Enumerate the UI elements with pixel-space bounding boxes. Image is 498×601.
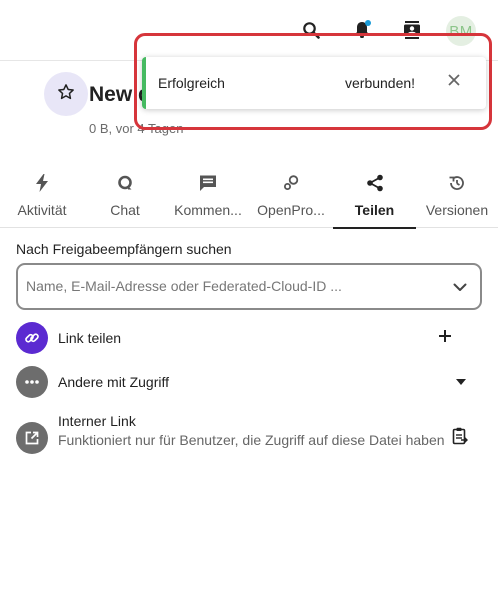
- chevron-down-icon[interactable]: [450, 277, 470, 297]
- plus-icon: [438, 329, 452, 348]
- tab-activity[interactable]: Aktivität: [4, 168, 80, 228]
- share-search-input[interactable]: [26, 275, 446, 297]
- tab-share[interactable]: Teilen: [333, 168, 416, 229]
- close-icon: [448, 73, 460, 91]
- tab-label: Kommen...: [174, 202, 242, 218]
- history-icon: [446, 172, 468, 194]
- share-icon: [364, 172, 386, 194]
- comments-icon: [197, 172, 219, 194]
- share-link-row: Link teilen: [16, 322, 482, 354]
- activity-icon: [31, 172, 53, 194]
- chat-icon: [114, 172, 136, 194]
- internal-link-row: Interner Link Funktioniert nur für Benut…: [16, 412, 482, 468]
- sidebar-tabs: Aktivität Chat Kommen... OpenPro... Teil…: [0, 168, 498, 229]
- tab-label: Chat: [110, 202, 140, 218]
- add-share-link-button[interactable]: [434, 327, 456, 349]
- tab-label: Teilen: [354, 202, 395, 218]
- success-toast: Erfolgreich verbunden!: [142, 57, 486, 109]
- others-with-access-label: Andere mit Zugriff: [58, 374, 170, 390]
- tab-label: Aktivität: [17, 202, 67, 218]
- tab-label: OpenPro...: [257, 202, 325, 218]
- openproject-icon: [280, 172, 302, 194]
- others-with-access-row[interactable]: Andere mit Zugriff: [16, 366, 482, 398]
- star-icon: [57, 83, 75, 106]
- more-dots-icon: [16, 366, 48, 398]
- caret-down-icon: [456, 372, 466, 390]
- share-search-field[interactable]: [16, 263, 482, 310]
- internal-link-label: Interner Link: [58, 413, 136, 429]
- internal-link-description: Funktioniert nur für Benutzer, die Zugri…: [58, 432, 445, 448]
- share-search-label: Nach Freigabeempfängern suchen: [16, 241, 232, 257]
- tab-label: Versionen: [425, 202, 489, 218]
- external-link-icon: [16, 422, 48, 454]
- notification-badge: [365, 20, 371, 26]
- tab-openproject[interactable]: OpenPro...: [251, 168, 331, 228]
- tab-chat[interactable]: Chat: [87, 168, 163, 228]
- toast-message-start: Erfolgreich: [158, 75, 225, 91]
- share-link-label: Link teilen: [58, 330, 122, 346]
- clipboard-icon: [452, 427, 468, 450]
- toast-message-end: verbunden!: [345, 75, 416, 91]
- favorite-button[interactable]: [44, 72, 88, 116]
- tab-versions[interactable]: Versionen: [419, 168, 495, 228]
- tab-comments[interactable]: Kommen...: [168, 168, 248, 228]
- expand-others-button[interactable]: [450, 370, 472, 392]
- close-toast-button[interactable]: [443, 71, 465, 93]
- link-icon: [16, 322, 48, 354]
- copy-internal-link-button[interactable]: [449, 427, 471, 449]
